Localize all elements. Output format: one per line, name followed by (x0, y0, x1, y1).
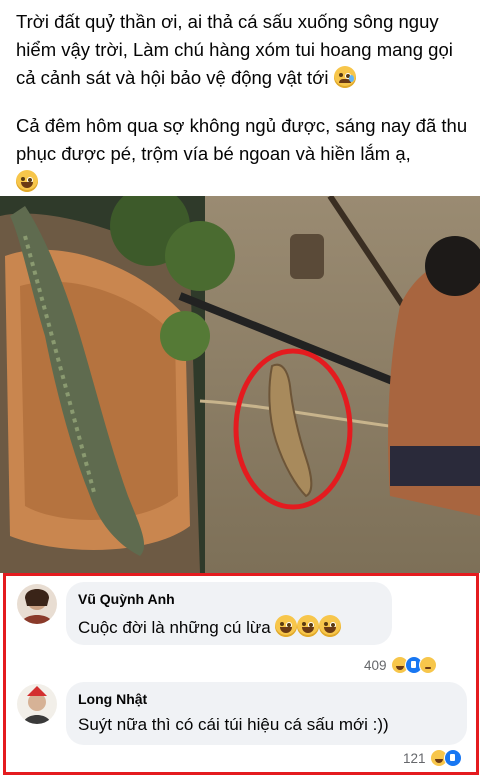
reaction-count: 121 (403, 750, 426, 766)
comment-bubble[interactable]: Vũ Quỳnh Anh Cuộc đời là những cú lừa (66, 582, 392, 645)
commenter-name[interactable]: Long Nhật (78, 691, 147, 707)
grinning-sweat-icon (275, 615, 298, 637)
post-photo[interactable] (0, 196, 480, 573)
post-paragraph-1-text: Trời đất quỷ thần ơi, ai thả cá sấu xuốn… (16, 11, 453, 88)
avatar[interactable] (17, 684, 57, 724)
avatar[interactable] (17, 584, 57, 624)
post-body: Trời đất quỷ thần ơi, ai thả cá sấu xuốn… (16, 8, 468, 196)
like-reaction-icon (443, 749, 462, 767)
grinning-face-icon (16, 170, 38, 192)
grinning-sweat-icon (319, 615, 342, 637)
post-paragraph-1: Trời đất quỷ thần ơi, ai thả cá sấu xuốn… (16, 8, 468, 92)
comment-bubble[interactable]: Long Nhật Suýt nữa thì có cái túi hiệu c… (66, 682, 467, 745)
comment-text: Cuộc đời là những cú lừa (78, 615, 342, 638)
crying-face-icon (333, 66, 356, 88)
crocodile-photo (0, 196, 480, 573)
comment-reactions[interactable]: 409 (364, 656, 437, 674)
comment-text-body: Cuộc đời là những cú lừa (78, 618, 271, 637)
post-paragraph-2-text: Cả đêm hôm qua sợ không ngủ được, sáng n… (16, 115, 468, 164)
comment-text: Suýt nữa thì có cái túi hiệu cá sấu mới … (78, 715, 389, 734)
grinning-sweat-icon (297, 615, 320, 637)
reaction-count: 409 (364, 657, 387, 673)
highlighted-comments: Vũ Quỳnh Anh Cuộc đời là những cú lừa 40… (3, 573, 479, 775)
sad-reaction-icon (418, 656, 437, 674)
comment-reactions[interactable]: 121 (403, 749, 462, 767)
post-paragraph-2: Cả đêm hôm qua sợ không ngủ được, sáng n… (16, 112, 468, 196)
commenter-name[interactable]: Vũ Quỳnh Anh (78, 591, 175, 607)
